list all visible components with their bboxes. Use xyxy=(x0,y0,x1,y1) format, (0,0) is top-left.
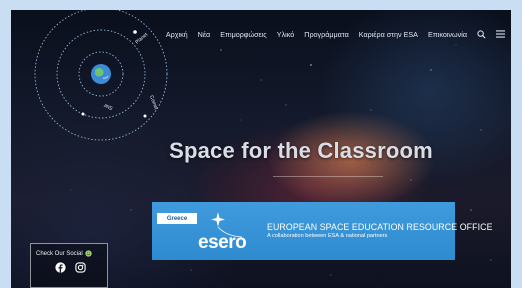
nav-item-material[interactable]: Υλικό xyxy=(277,30,295,39)
social-label: Check Our Social xyxy=(36,250,92,257)
banner-text: EUROPEAN SPACE EDUCATION RESOURCE OFFICE… xyxy=(267,222,493,239)
nav-item-trainings[interactable]: Επιμορφώσεις xyxy=(220,30,267,39)
nav-item-home[interactable]: Αρχική xyxy=(166,30,188,39)
esero-logo: esero xyxy=(198,212,247,252)
nav-item-contact[interactable]: Επικοινωνία xyxy=(428,30,467,39)
social-label-text: Check Our Social xyxy=(36,250,83,257)
instagram-icon[interactable] xyxy=(75,262,86,273)
orbit-label-planet: Planet xyxy=(134,31,149,45)
nav-item-news[interactable]: Νέα xyxy=(198,30,211,39)
search-icon[interactable] xyxy=(477,29,486,39)
country-tag: Greece xyxy=(157,213,197,224)
hamburger-menu-icon[interactable] xyxy=(496,29,505,39)
page-title: Space for the Classroom xyxy=(169,138,433,163)
orbit-label-comet: Comet xyxy=(148,95,159,111)
banner-title: EUROPEAN SPACE EDUCATION RESOURCE OFFICE xyxy=(267,222,493,232)
main-navigation: Αρχική Νέα Επιμορφώσεις Υλικό Προγράμματ… xyxy=(166,27,511,41)
esero-logo-text: esero xyxy=(198,232,246,252)
smiley-icon xyxy=(85,250,92,257)
banner-subtitle: A collaboration between ESA & national p… xyxy=(267,233,388,239)
hero-section: Planet Comet Star Αρχική Νέα Επιμορφώσει… xyxy=(11,10,511,288)
orbit-label-star: Star xyxy=(103,102,114,111)
nav-item-programs[interactable]: Προγράμματα xyxy=(304,30,348,39)
facebook-icon[interactable] xyxy=(55,262,66,273)
title-divider xyxy=(273,176,383,177)
social-box: Check Our Social xyxy=(30,243,108,288)
nav-item-esa-careers[interactable]: Καριέρα στην ESA xyxy=(359,30,418,39)
esero-banner[interactable]: Greece esero EUROPEAN SPACE EDUCATION RE… xyxy=(152,202,492,260)
